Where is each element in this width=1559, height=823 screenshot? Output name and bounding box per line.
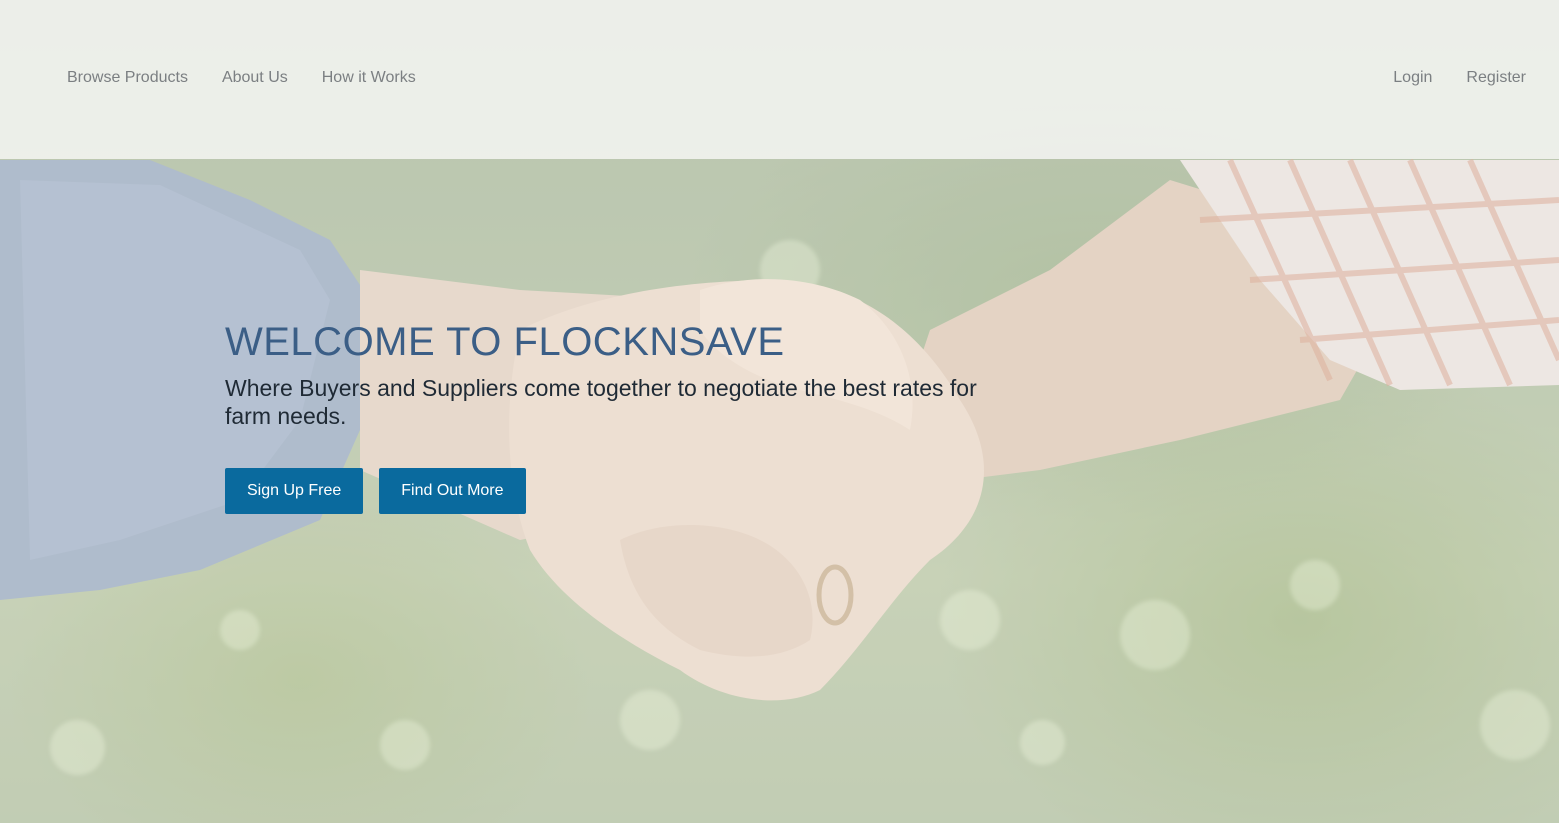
top-navigation-bar: Browse Products About Us How it Works Lo… (0, 0, 1559, 159)
find-out-more-button[interactable]: Find Out More (379, 468, 526, 514)
hero-subtitle: Where Buyers and Suppliers come together… (225, 375, 977, 429)
hero-section: WELCOME TO FLOCKNSAVE Where Buyers and S… (225, 318, 1005, 514)
register-link[interactable]: Register (1466, 68, 1526, 88)
hero-button-row: Sign Up Free Find Out More (225, 468, 1005, 514)
nav-how-it-works-link[interactable]: How it Works (322, 68, 416, 88)
login-link[interactable]: Login (1393, 68, 1432, 88)
nav-about-us-link[interactable]: About Us (222, 68, 288, 88)
landing-page: Browse Products About Us How it Works Lo… (0, 0, 1559, 823)
sign-up-free-button[interactable]: Sign Up Free (225, 468, 364, 514)
primary-nav: Browse Products About Us How it Works (67, 68, 450, 88)
nav-browse-products-link[interactable]: Browse Products (67, 68, 188, 88)
hero-title: WELCOME TO FLOCKNSAVE (225, 320, 785, 364)
account-nav: Login Register (1359, 68, 1526, 88)
